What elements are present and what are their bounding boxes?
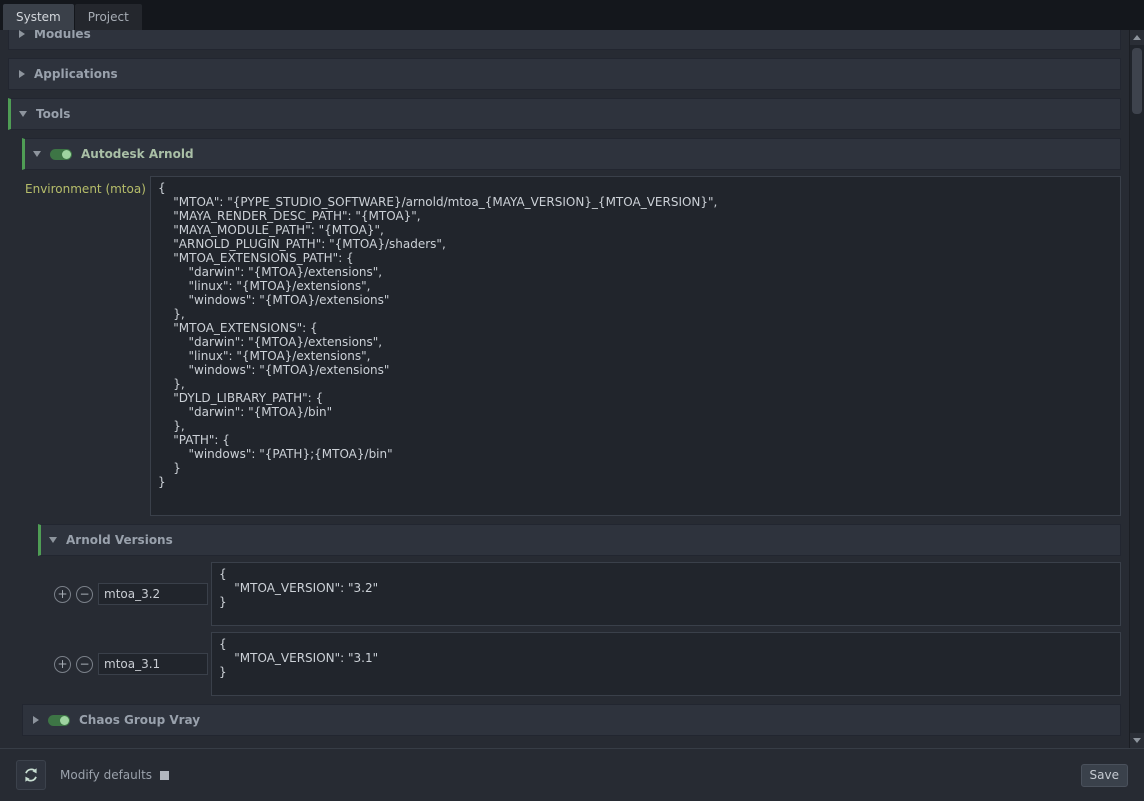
group-chaos-group-vray: Chaos Group Vray [22, 704, 1121, 736]
refresh-icon [22, 766, 40, 784]
scrollbar-track[interactable] [1130, 45, 1144, 733]
add-version-button[interactable]: + [54, 656, 71, 673]
settings-scroll-area: Modules Applications Tools [0, 30, 1129, 748]
scrollbar-down-button[interactable] [1130, 733, 1144, 748]
section-title: Applications [34, 67, 118, 81]
add-version-button[interactable]: + [54, 586, 71, 603]
section-title: Arnold Versions [66, 533, 173, 547]
modify-defaults-control: Modify defaults [60, 768, 169, 782]
section-header-tools[interactable]: Tools [8, 98, 1121, 130]
section-header-chaos-group-vray[interactable]: Chaos Group Vray [22, 704, 1121, 736]
version-value-textarea[interactable]: { "MTOA_VERSION": "3.2" } [211, 562, 1121, 626]
section-title: Autodesk Arnold [81, 147, 194, 161]
expand-arrow-icon [19, 70, 25, 78]
tab-bar: System Project [0, 0, 1144, 30]
settings-window: System Project Modules Applications [0, 0, 1144, 801]
enabled-toggle[interactable] [48, 715, 70, 726]
version-row-controls: + − [38, 583, 211, 605]
remove-version-button[interactable]: − [76, 586, 93, 603]
enabled-toggle[interactable] [50, 149, 72, 160]
group-arnold-versions: Arnold Versions + − { "MTOA_VERSION": "3… [38, 524, 1121, 696]
version-key-input[interactable] [98, 653, 208, 675]
vertical-scrollbar[interactable] [1129, 30, 1144, 748]
modify-defaults-label: Modify defaults [60, 768, 152, 782]
section-header-arnold-versions[interactable]: Arnold Versions [38, 524, 1121, 556]
collapse-arrow-icon [19, 111, 27, 117]
section-header-applications[interactable]: Applications [8, 58, 1121, 90]
version-row-controls: + − [38, 653, 211, 675]
version-key-input[interactable] [98, 583, 208, 605]
section-title: Chaos Group Vray [79, 713, 200, 727]
save-button[interactable]: Save [1081, 764, 1128, 787]
tab-project[interactable]: Project [75, 4, 142, 30]
section-applications: Applications [8, 58, 1121, 90]
scrollbar-thumb[interactable] [1132, 48, 1142, 114]
refresh-button[interactable] [16, 760, 46, 790]
section-tools: Tools Autodesk Arnold Environment (mtoa)… [8, 98, 1121, 736]
remove-version-button[interactable]: − [76, 656, 93, 673]
tab-system[interactable]: System [3, 4, 74, 30]
environment-row: Environment (mtoa) { "MTOA": "{PYPE_STUD… [22, 176, 1121, 516]
section-header-modules[interactable]: Modules [8, 30, 1121, 50]
expand-arrow-icon [33, 716, 39, 724]
scrollbar-up-button[interactable] [1130, 30, 1144, 45]
content-wrap: Modules Applications Tools [0, 30, 1144, 748]
version-value-textarea[interactable]: { "MTOA_VERSION": "3.1" } [211, 632, 1121, 696]
footer-bar: Modify defaults Save [0, 748, 1144, 801]
section-title: Tools [36, 107, 70, 121]
collapse-arrow-icon [49, 537, 57, 543]
section-title: Modules [34, 30, 91, 41]
expand-arrow-icon [19, 30, 25, 38]
section-modules: Modules [8, 30, 1121, 50]
arrow-up-icon [1133, 35, 1141, 40]
modify-defaults-checkbox[interactable] [160, 771, 169, 780]
group-autodesk-arnold: Autodesk Arnold Environment (mtoa) { "MT… [22, 138, 1121, 696]
arrow-down-icon [1133, 738, 1141, 743]
version-row: + − { "MTOA_VERSION": "3.1" } [38, 632, 1121, 696]
version-row: + − { "MTOA_VERSION": "3.2" } [38, 562, 1121, 626]
environment-mtoa-textarea[interactable]: { "MTOA": "{PYPE_STUDIO_SOFTWARE}/arnold… [150, 176, 1121, 516]
section-header-autodesk-arnold[interactable]: Autodesk Arnold [22, 138, 1121, 170]
environment-label: Environment (mtoa) [22, 176, 150, 516]
collapse-arrow-icon [33, 151, 41, 157]
